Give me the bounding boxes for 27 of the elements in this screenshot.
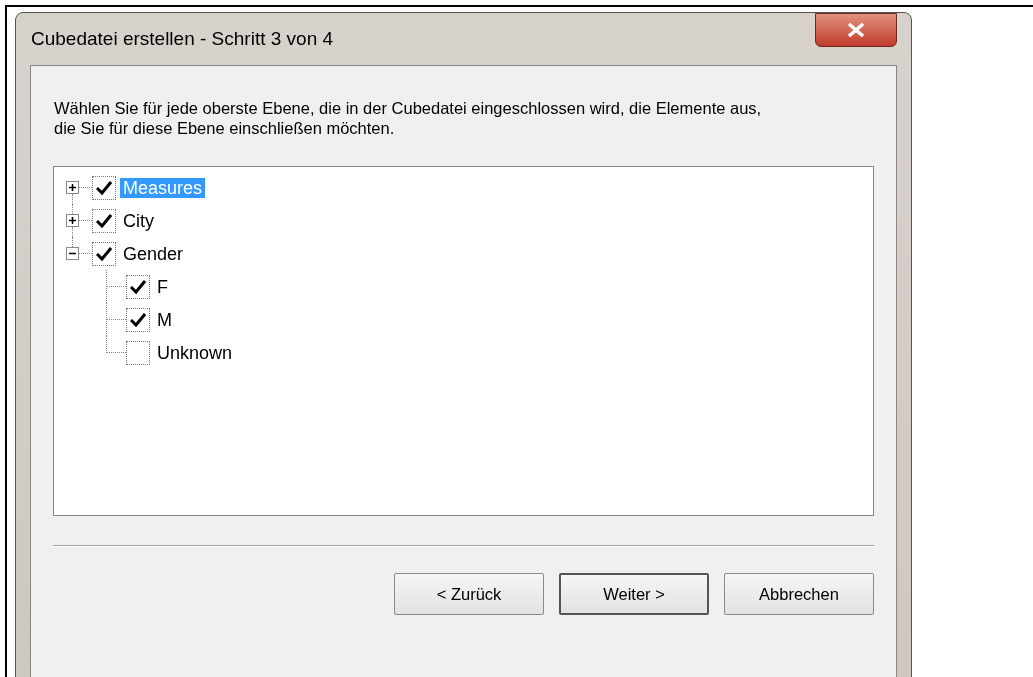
checkmark-icon: [130, 312, 146, 327]
checkbox[interactable]: [126, 307, 150, 332]
tree-item-label[interactable]: Unknown: [154, 342, 236, 363]
tree-item-label[interactable]: City: [120, 210, 157, 231]
dialog-button[interactable]: < Zurück: [394, 573, 544, 615]
checkbox[interactable]: [92, 175, 116, 200]
plus-icon[interactable]: [66, 181, 79, 194]
tree-view[interactable]: Measures City Gender F M Unknown: [53, 166, 874, 516]
tree-item-label[interactable]: F: [154, 276, 171, 297]
checkmark-icon: [96, 180, 112, 195]
checkbox[interactable]: [126, 274, 150, 299]
instruction-text: Wählen Sie für jede oberste Ebene, die in der Cubedatei eingeschlossen wird, die Elemente aus, die Sie für diese Ebene einschließen möchten.: [53, 98, 763, 138]
dialog-button[interactable]: Abbrechen: [724, 573, 874, 615]
tree-item-label[interactable]: Gender: [120, 243, 187, 264]
checkmark-icon: [130, 279, 146, 294]
checkmark-icon: [96, 213, 112, 228]
checkbox[interactable]: [92, 208, 116, 233]
dialog-button[interactable]: Weiter >: [559, 573, 709, 615]
close-button[interactable]: [815, 13, 897, 47]
checkbox[interactable]: [92, 241, 116, 266]
checkbox[interactable]: [126, 340, 150, 365]
close-icon: [847, 23, 865, 37]
minus-icon[interactable]: [66, 247, 79, 260]
plus-icon[interactable]: [66, 214, 79, 227]
checkmark-icon: [96, 246, 112, 261]
window-title: Cubedatei erstellen - Schritt 3 von 4: [30, 26, 334, 51]
tree-item-label[interactable]: M: [154, 309, 175, 330]
